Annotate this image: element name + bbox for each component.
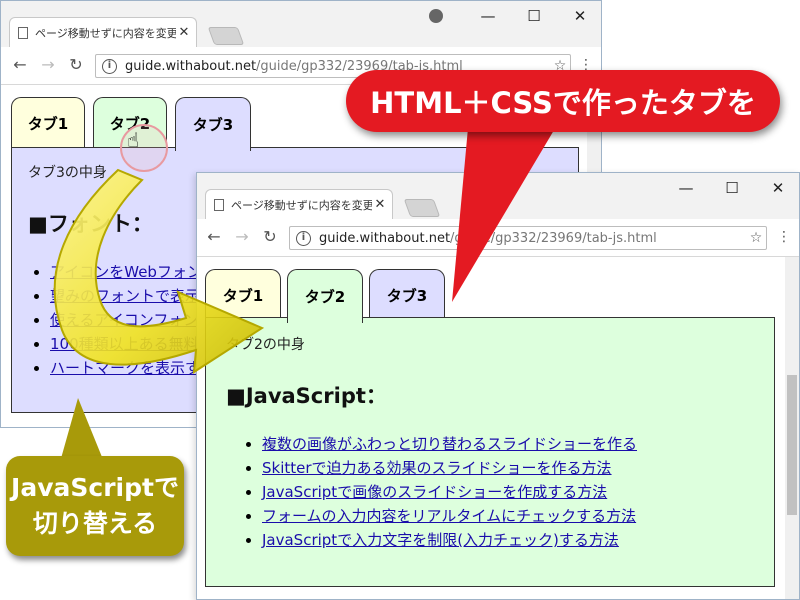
list-item: JavaScriptで入力文字を制限(入力チェック)する方法 bbox=[262, 528, 637, 552]
scrollbar-thumb[interactable] bbox=[787, 375, 797, 515]
browser-tab[interactable]: ページ移動せずに内容を変更 ✕ bbox=[9, 17, 197, 47]
content-lead: タブ3の中身 bbox=[28, 165, 107, 181]
menu-icon[interactable]: ⋮ bbox=[777, 228, 791, 246]
reload-icon[interactable]: ↻ bbox=[67, 56, 85, 74]
link[interactable]: JavaScriptで画像のスライドショーを作成する方法 bbox=[262, 483, 607, 501]
browser-tab-title: ページ移動せずに内容を変更 bbox=[231, 198, 372, 212]
url-host: guide.withabout.net bbox=[125, 58, 257, 74]
link[interactable]: JavaScriptで入力文字を制限(入力チェック)する方法 bbox=[262, 531, 619, 549]
close-icon[interactable]: ✕ bbox=[372, 197, 388, 212]
scrollbar[interactable] bbox=[785, 257, 799, 599]
page-tab-2-active[interactable]: タブ2 bbox=[287, 269, 363, 323]
section-heading: ■フォント： bbox=[28, 212, 153, 236]
document-icon bbox=[18, 26, 28, 39]
page-tab-1[interactable]: タブ1 bbox=[11, 97, 85, 149]
back-arrow-icon[interactable]: ← bbox=[205, 228, 223, 246]
link[interactable]: 使えるアイコンフォント bbox=[50, 311, 213, 329]
back-arrow-icon[interactable]: ← bbox=[11, 56, 29, 74]
info-icon[interactable]: i bbox=[296, 230, 311, 246]
new-tab-button[interactable] bbox=[403, 199, 441, 217]
hand-cursor-icon: ☝ bbox=[127, 128, 140, 152]
star-icon[interactable]: ☆ bbox=[746, 230, 766, 246]
list-item: フォームの入力内容をリアルタイムにチェックする方法 bbox=[262, 504, 637, 528]
url-text: guide.withabout.net/guide/gp332/23969/ta… bbox=[319, 231, 746, 246]
window-close-button[interactable]: ✕ bbox=[557, 1, 601, 33]
browser-window-front: ページ移動せずに内容を変更 ✕ — ☐ ✕ ← → ↻ i guide.with… bbox=[196, 172, 800, 600]
page-tab-1[interactable]: タブ1 bbox=[205, 269, 281, 321]
link[interactable]: フォームの入力内容をリアルタイムにチェックする方法 bbox=[262, 507, 636, 525]
address-bar[interactable]: i guide.withabout.net/guide/gp332/23969/… bbox=[289, 226, 767, 250]
reload-icon[interactable]: ↻ bbox=[261, 228, 279, 246]
maximize-button[interactable]: ☐ bbox=[511, 1, 557, 33]
close-icon[interactable]: ✕ bbox=[176, 25, 192, 40]
new-tab-button[interactable] bbox=[207, 27, 245, 45]
forward-arrow-icon[interactable]: → bbox=[39, 56, 57, 74]
callout-olive-line1: JavaScriptで bbox=[11, 473, 179, 502]
page-tab-3-active[interactable]: タブ3 bbox=[175, 97, 251, 151]
maximize-button[interactable]: ☐ bbox=[709, 173, 755, 205]
link[interactable]: Skitterで迫力ある効果のスライドショーを作る方法 bbox=[262, 459, 612, 477]
url-path: /guide/gp332/23969/tab-js.html bbox=[450, 230, 657, 246]
callout-olive: JavaScriptで 切り替える bbox=[6, 456, 184, 556]
list-item: Skitterで迫力ある効果のスライドショーを作る方法 bbox=[262, 456, 637, 480]
title-bar: ページ移動せずに内容を変更 ✕ — ☐ ✕ bbox=[197, 173, 799, 219]
tab-content-panel: タブ2の中身 ■JavaScript： 複数の画像がふわっと切り替わるスライドシ… bbox=[205, 317, 775, 587]
title-bar: ページ移動せずに内容を変更 ✕ — ☐ ✕ bbox=[1, 1, 601, 47]
minimize-button[interactable]: — bbox=[663, 173, 709, 205]
list-item: 複数の画像がふわっと切り替わるスライドショーを作る bbox=[262, 432, 637, 456]
forward-arrow-icon[interactable]: → bbox=[233, 228, 251, 246]
content-lead: タブ2の中身 bbox=[226, 337, 305, 353]
browser-tab[interactable]: ページ移動せずに内容を変更 ✕ bbox=[205, 189, 393, 219]
document-icon bbox=[214, 198, 224, 211]
callout-red: HTML＋CSSで作ったタブを bbox=[346, 70, 780, 132]
page-tab-3[interactable]: タブ3 bbox=[369, 269, 445, 321]
callout-olive-line2: 切り替える bbox=[32, 509, 158, 538]
profile-icon[interactable] bbox=[429, 9, 443, 23]
list-item: JavaScriptで画像のスライドショーを作成する方法 bbox=[262, 480, 637, 504]
minimize-button[interactable]: — bbox=[465, 1, 511, 33]
browser-tab-title: ページ移動せずに内容を変更 bbox=[35, 26, 176, 40]
info-icon[interactable]: i bbox=[102, 58, 117, 74]
url-host: guide.withabout.net bbox=[319, 230, 451, 246]
link-list: 複数の画像がふわっと切り替わるスライドショーを作る Skitterで迫力ある効果… bbox=[242, 432, 637, 552]
link[interactable]: 複数の画像がふわっと切り替わるスライドショーを作る bbox=[262, 435, 637, 453]
section-heading: ■JavaScript： bbox=[226, 384, 387, 408]
browser-toolbar: ← → ↻ i guide.withabout.net/guide/gp332/… bbox=[197, 219, 799, 257]
window-close-button[interactable]: ✕ bbox=[755, 173, 799, 205]
